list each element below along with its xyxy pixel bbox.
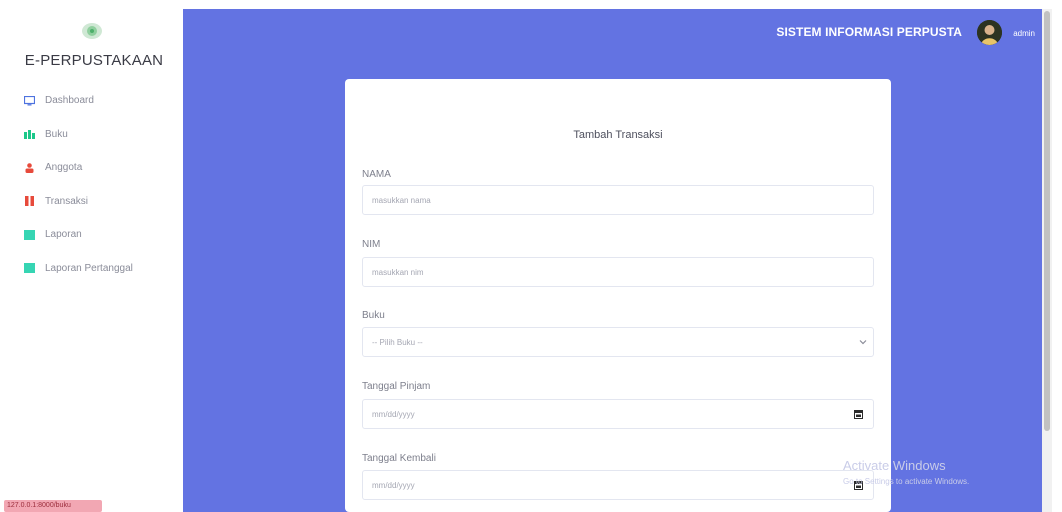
logo	[0, 22, 183, 45]
user-avatar-icon	[977, 20, 1002, 45]
borrow-date-label: Tanggal Pinjam	[362, 381, 431, 392]
sidebar: E-PERPUSTAKAAN Dashboard Buku Anggota Tr…	[0, 0, 183, 512]
borrow-date-value: mm/dd/yyyy	[372, 410, 415, 419]
book-selected-value: -- Pilih Buku --	[372, 338, 423, 347]
topbar-title: SISTEM INFORMASI PERPUSTA	[776, 25, 962, 39]
sidebar-item-dashboard[interactable]: Dashboard	[24, 84, 179, 118]
user-name[interactable]: admin	[1013, 29, 1035, 38]
sidebar-item-laporan-pertanggal[interactable]: Laporan Pertanggal	[24, 252, 179, 286]
nim-input[interactable]: masukkan nim	[362, 257, 874, 287]
user-icon	[25, 162, 34, 173]
monitor-icon	[24, 95, 35, 106]
borrow-date-input[interactable]: mm/dd/yyyy	[362, 399, 874, 429]
name-placeholder: masukkan nama	[372, 196, 431, 205]
book-icon	[24, 130, 35, 140]
scrollbar-thumb[interactable]	[1044, 11, 1050, 431]
brand-title: E-PERPUSTAKAAN	[24, 52, 164, 69]
sidebar-item-transaksi[interactable]: Transaksi	[24, 185, 179, 219]
sidebar-item-label: Buku	[45, 128, 68, 140]
sidebar-item-anggota[interactable]: Anggota	[24, 151, 179, 185]
name-label: NAMA	[362, 169, 391, 180]
report-icon	[24, 229, 35, 240]
card-title: Tambah Transaksi	[573, 129, 663, 141]
return-date-label: Tanggal Kembali	[362, 453, 436, 464]
sidebar-item-laporan[interactable]: Laporan	[24, 218, 179, 252]
library-logo-icon	[81, 23, 102, 39]
report-date-icon	[24, 263, 35, 274]
sidebar-item-label: Dashboard	[45, 95, 94, 107]
nim-placeholder: masukkan nim	[372, 268, 424, 277]
calendar-icon[interactable]	[854, 409, 863, 419]
avatar[interactable]	[977, 20, 1002, 45]
activation-watermark-title: Activate Windows	[843, 458, 946, 473]
nim-label: NIM	[362, 239, 381, 250]
sidebar-item-label: Laporan Pertanggal	[45, 262, 133, 274]
name-input[interactable]: masukkan nama	[362, 185, 874, 215]
sidebar-item-label: Laporan	[45, 229, 82, 241]
sidebar-nav: Dashboard Buku Anggota Transaksi Laporan…	[24, 84, 179, 285]
sidebar-item-label: Transaksi	[45, 195, 88, 207]
book-select[interactable]: -- Pilih Buku --	[362, 327, 874, 357]
return-date-value: mm/dd/yyyy	[372, 481, 415, 490]
vertical-scrollbar[interactable]	[1042, 9, 1052, 512]
status-url-badge: 127.0.0.1:8000/buku	[4, 500, 102, 512]
sidebar-item-label: Anggota	[45, 162, 83, 174]
activation-watermark-subtitle: Go to Settings to activate Windows.	[843, 477, 970, 486]
form-card: Tambah Transaksi NAMA masukkan nama NIM …	[345, 79, 891, 512]
sidebar-item-buku[interactable]: Buku	[24, 118, 179, 152]
book-label: Buku	[362, 310, 385, 321]
app-window: E-PERPUSTAKAAN Dashboard Buku Anggota Tr…	[0, 0, 1062, 512]
transaction-icon	[25, 196, 34, 207]
return-date-input[interactable]: mm/dd/yyyy	[362, 470, 874, 500]
chevron-down-icon	[859, 340, 867, 345]
main-content: SISTEM INFORMASI PERPUSTA admin Tambah T…	[183, 9, 1052, 512]
